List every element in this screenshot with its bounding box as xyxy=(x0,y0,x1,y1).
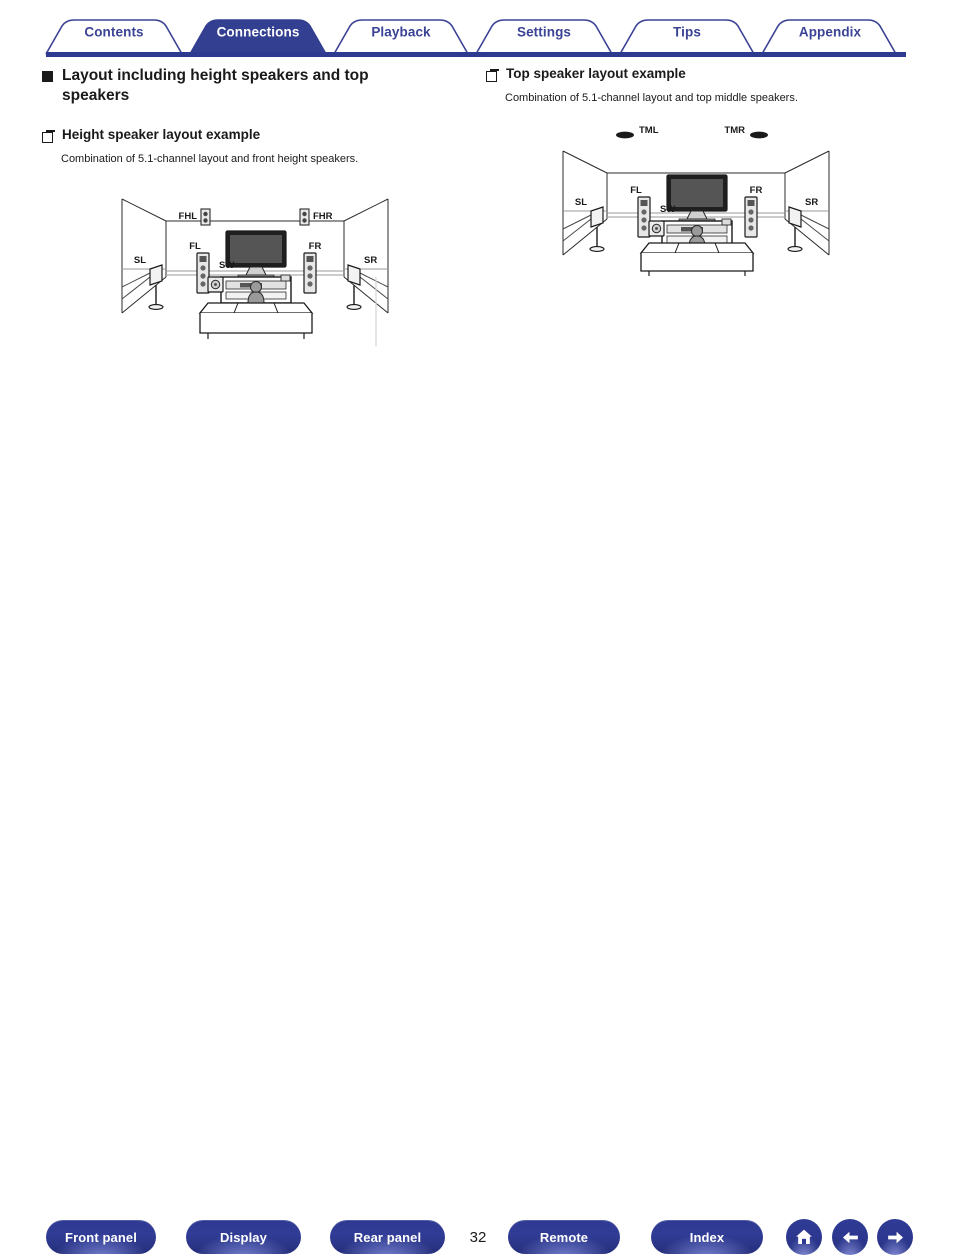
label-sl: SL xyxy=(134,255,146,266)
speaker-fhl-icon xyxy=(200,207,211,226)
label-sr: SR xyxy=(364,255,377,266)
speaker-sr-icon-2 xyxy=(787,206,803,253)
arrow-left-icon xyxy=(840,1227,861,1248)
speaker-sl-icon-2 xyxy=(589,206,605,253)
speaker-sr-icon xyxy=(346,263,362,310)
footer-button-index[interactable]: Index xyxy=(651,1220,763,1254)
footer-button-remote[interactable]: Remote xyxy=(508,1220,620,1254)
filled-square-bullet-icon xyxy=(42,71,53,82)
label-tmr: TMR xyxy=(724,125,745,136)
label-fhl: FHL xyxy=(179,211,198,222)
home-button[interactable] xyxy=(786,1219,822,1255)
back-button[interactable] xyxy=(832,1219,868,1255)
label-sw: SW xyxy=(219,260,234,271)
speaker-fhr-icon xyxy=(299,207,310,226)
tab-appendix[interactable]: Appendix xyxy=(799,25,861,40)
subsection-heading-top-text: Top speaker layout example xyxy=(506,66,686,81)
label-sr-2: SR xyxy=(805,197,818,208)
subsection-heading-height: Height speaker layout example xyxy=(42,127,472,144)
tab-contents[interactable]: Contents xyxy=(84,25,143,40)
label-fr-2: FR xyxy=(750,185,763,196)
right-description: Combination of 5.1-channel layout and to… xyxy=(505,92,798,105)
speaker-tml-icon xyxy=(616,132,634,139)
television-icon-2 xyxy=(666,174,728,223)
speaker-center-icon xyxy=(280,274,291,281)
label-sl-2: SL xyxy=(575,197,587,208)
height-speaker-layout-diagram: FHL FHR FL FR SW SL SR xyxy=(121,198,389,346)
outline-square-bullet-icon-2 xyxy=(486,68,499,82)
label-tml: TML xyxy=(639,125,659,136)
tab-playback[interactable]: Playback xyxy=(371,25,430,40)
label-fhr: FHR xyxy=(313,211,333,222)
tab-bar: Contents Connections Playback Settings T… xyxy=(0,0,954,62)
speaker-sl-icon xyxy=(148,263,164,310)
left-column: Layout including height speakers and top… xyxy=(42,62,472,346)
arrow-right-icon xyxy=(885,1227,906,1248)
page-number: 32 xyxy=(469,1228,487,1246)
label-fl-2: FL xyxy=(630,185,642,196)
label-fl: FL xyxy=(189,241,201,252)
speaker-center-icon-2 xyxy=(721,219,732,226)
tab-tips[interactable]: Tips xyxy=(673,25,701,40)
speaker-tmr-icon xyxy=(750,132,768,139)
label-fr: FR xyxy=(309,241,322,252)
right-column: Top speaker layout example Combination o… xyxy=(486,62,916,278)
section-heading: Layout including height speakers and top… xyxy=(42,62,472,105)
tab-connections[interactable]: Connections xyxy=(217,25,300,40)
label-sw-2: SW xyxy=(660,204,675,215)
speaker-fr-icon xyxy=(303,251,317,294)
home-icon xyxy=(794,1227,814,1247)
tab-settings[interactable]: Settings xyxy=(517,25,571,40)
tab-bar-rule xyxy=(46,52,906,57)
speaker-fr-icon-2 xyxy=(744,196,758,239)
footer-button-front-panel[interactable]: Front panel xyxy=(46,1220,156,1254)
subwoofer-icon-2 xyxy=(648,220,665,238)
speaker-fl-icon xyxy=(196,251,210,294)
outline-square-bullet-icon xyxy=(42,129,55,144)
speaker-fl-icon-2 xyxy=(637,196,651,239)
footer-nav: Front panel Display Rear panel 32 Remote… xyxy=(0,602,954,1255)
subwoofer-icon xyxy=(207,275,224,293)
left-description: Combination of 5.1-channel layout and fr… xyxy=(61,153,359,166)
footer-button-display[interactable]: Display xyxy=(186,1220,301,1254)
footer-button-rear-panel[interactable]: Rear panel xyxy=(330,1220,445,1254)
subsection-heading-height-text: Height speaker layout example xyxy=(62,127,261,143)
page-content: Layout including height speakers and top… xyxy=(0,62,954,602)
top-speaker-layout-diagram: TML TMR FL FR SW SL SR xyxy=(562,125,830,277)
forward-button[interactable] xyxy=(877,1219,913,1255)
section-heading-text: Layout including height speakers and top… xyxy=(62,67,369,104)
subsection-heading-top: Top speaker layout example xyxy=(486,62,916,82)
